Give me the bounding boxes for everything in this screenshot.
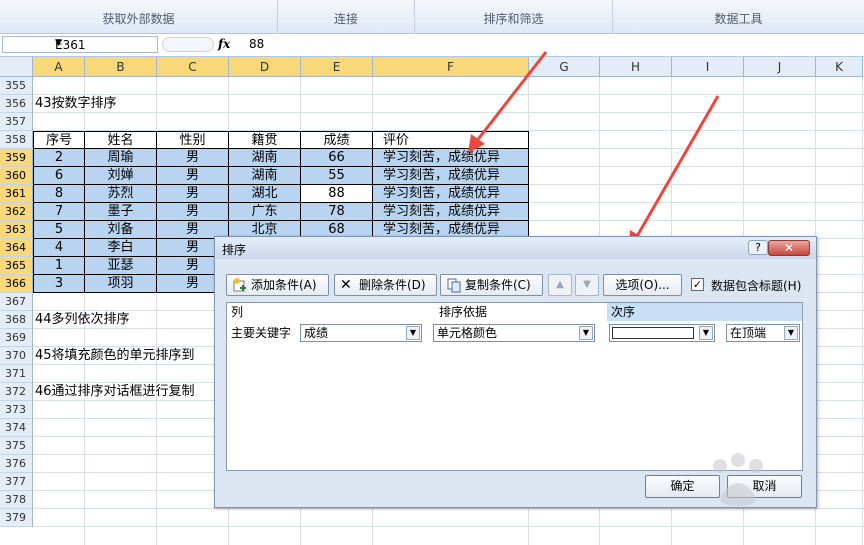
- primary-key-label: 主要关键字: [231, 326, 292, 340]
- order-position-select[interactable]: 在顶端 ▼: [726, 324, 800, 342]
- add-level-label: 添加条件(A): [251, 278, 317, 292]
- order-position-value: 在顶端: [730, 326, 767, 340]
- sort-column-select[interactable]: 成绩 ▼: [300, 324, 422, 342]
- help-button[interactable]: ?: [748, 240, 768, 255]
- delete-level-label: 删除条件(D): [359, 278, 426, 292]
- annotation-arrow-2: [634, 95, 720, 239]
- sort-on-value: 单元格颜色: [437, 326, 498, 340]
- chevron-down-icon[interactable]: ▼: [699, 326, 713, 340]
- options-button[interactable]: 选项(O)...: [603, 274, 682, 296]
- options-label: 选项(O)...: [615, 278, 670, 292]
- dialog-title: 排序: [222, 243, 247, 257]
- add-level-icon: [233, 278, 246, 292]
- delete-level-button[interactable]: ✕ 删除条件(D): [334, 274, 437, 296]
- has-headers-label: 数据包含标题(H): [711, 279, 802, 293]
- sort-on-select[interactable]: 单元格颜色 ▼: [433, 324, 595, 342]
- copy-icon: [447, 278, 461, 293]
- has-headers-checkbox[interactable]: ✓: [691, 278, 704, 291]
- add-level-button[interactable]: 添加条件(A): [226, 274, 329, 296]
- sort-column-value: 成绩: [304, 326, 329, 340]
- color-swatch: [612, 327, 694, 339]
- dialog-title-bar[interactable]: 排序 ? ✕: [215, 237, 816, 259]
- baidu-watermark-logo: [713, 453, 763, 506]
- move-down-button[interactable]: ▼: [575, 274, 599, 296]
- delete-icon: ✕: [340, 277, 352, 293]
- chevron-down-icon[interactable]: ▼: [784, 326, 798, 340]
- annotation-arrowhead-1: [468, 134, 485, 153]
- close-button[interactable]: ✕: [768, 240, 810, 256]
- order-color-select[interactable]: ▼: [609, 324, 715, 342]
- column-header-order: 次序: [607, 303, 802, 321]
- chevron-down-icon[interactable]: ▼: [579, 326, 593, 340]
- column-header-column: 列: [231, 305, 244, 319]
- annotation-arrow-1: [474, 51, 548, 143]
- move-up-button[interactable]: ▲: [548, 274, 572, 296]
- chevron-down-icon[interactable]: ▼: [406, 326, 420, 340]
- column-header-sort-on: 排序依据: [439, 305, 488, 319]
- copy-level-label: 复制条件(C): [465, 278, 531, 292]
- copy-level-button[interactable]: 复制条件(C): [440, 274, 543, 296]
